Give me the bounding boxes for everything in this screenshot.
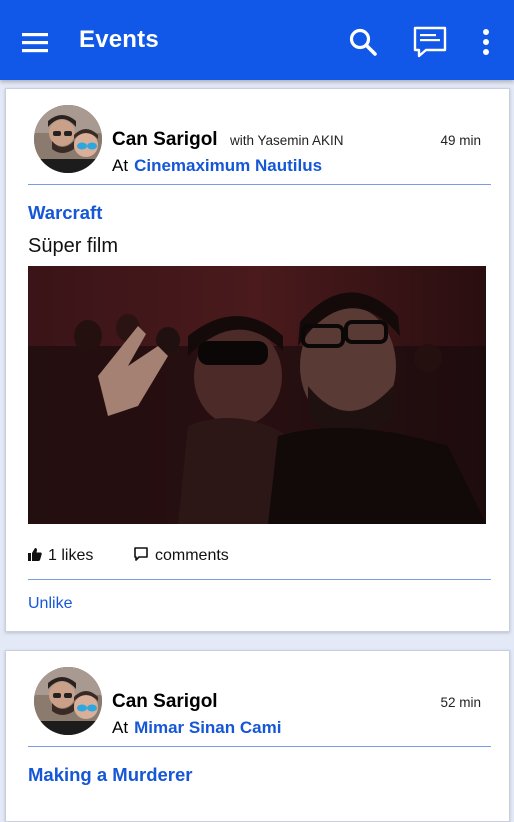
- tagged-with[interactable]: with Yasemin AKIN: [230, 133, 344, 148]
- event-card: Can Sarigol 52 min At Mimar Sinan Cami Ma…: [5, 650, 510, 822]
- page-title: Events: [79, 26, 159, 53]
- chat-icon[interactable]: [412, 24, 448, 60]
- post-time: 49 min: [440, 133, 481, 148]
- thumb-up-icon: [28, 548, 42, 561]
- search-icon[interactable]: [347, 26, 379, 58]
- comments-label: comments: [155, 547, 229, 564]
- comments-link[interactable]: comments: [134, 547, 229, 565]
- at-label: At: [112, 156, 129, 175]
- post-time: 52 min: [440, 695, 481, 710]
- location-line: At Mimar Sinan Cami: [112, 718, 281, 738]
- divider: [28, 579, 491, 580]
- likes-count[interactable]: 1 likes: [28, 547, 93, 565]
- avatar[interactable]: [34, 105, 102, 173]
- author-name[interactable]: Can Sarigol: [112, 129, 218, 151]
- place-link[interactable]: Cinemaximum Nautilus: [134, 156, 322, 175]
- more-vert-icon[interactable]: [476, 26, 496, 58]
- post-text: Süper film: [28, 235, 119, 257]
- location-line: At Cinemaximum Nautilus: [112, 156, 322, 176]
- event-title[interactable]: Warcraft: [28, 202, 102, 224]
- divider: [28, 746, 491, 747]
- likes-label: 1 likes: [48, 547, 94, 564]
- event-title[interactable]: Making a Murderer: [28, 764, 193, 786]
- menu-icon[interactable]: [18, 26, 52, 60]
- post-photo[interactable]: [28, 266, 486, 524]
- place-link[interactable]: Mimar Sinan Cami: [134, 718, 281, 737]
- divider: [28, 184, 491, 185]
- unlike-button[interactable]: Unlike: [28, 595, 72, 613]
- event-card: Can Sarigol with Yasemin AKIN 49 min At C…: [5, 88, 510, 632]
- comment-icon: [134, 547, 148, 561]
- app-bar: Events: [0, 0, 514, 80]
- author-name[interactable]: Can Sarigol: [112, 691, 218, 713]
- at-label: At: [112, 718, 129, 737]
- avatar[interactable]: [34, 667, 102, 735]
